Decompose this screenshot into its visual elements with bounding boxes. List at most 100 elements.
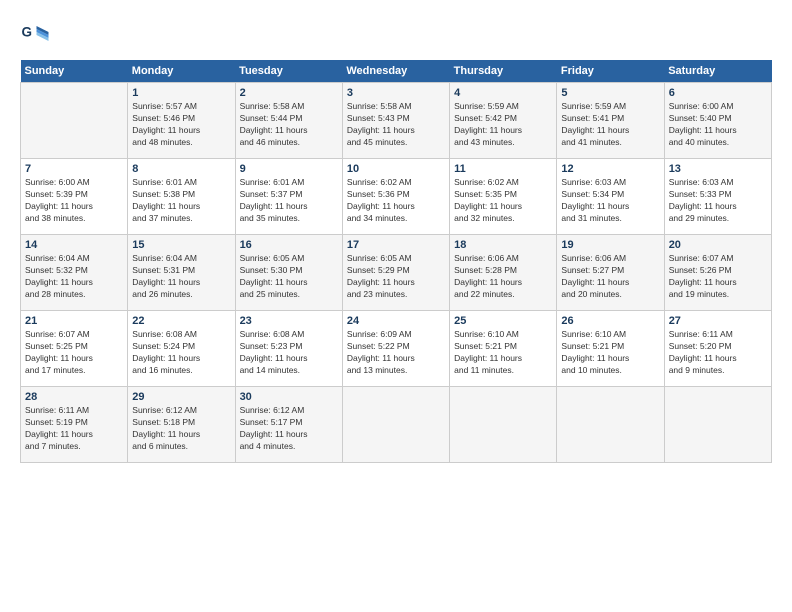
calendar-cell: 27 Sunrise: 6:11 AM Sunset: 5:20 PM Dayli…	[664, 311, 771, 387]
calendar-cell: 18 Sunrise: 6:06 AM Sunset: 5:28 PM Dayli…	[450, 235, 557, 311]
calendar-cell: 19 Sunrise: 6:06 AM Sunset: 5:27 PM Dayli…	[557, 235, 664, 311]
day-info: Sunrise: 6:04 AM Sunset: 5:31 PM Dayligh…	[132, 253, 230, 301]
day-number: 10	[347, 163, 445, 175]
calendar-cell: 15 Sunrise: 6:04 AM Sunset: 5:31 PM Dayli…	[128, 235, 235, 311]
weekday-header: Sunday	[21, 60, 128, 83]
calendar-cell: 20 Sunrise: 6:07 AM Sunset: 5:26 PM Dayli…	[664, 235, 771, 311]
day-info: Sunrise: 6:05 AM Sunset: 5:30 PM Dayligh…	[240, 253, 338, 301]
calendar-week-row: 1 Sunrise: 5:57 AM Sunset: 5:46 PM Daylig…	[21, 83, 772, 159]
calendar-cell: 7 Sunrise: 6:00 AM Sunset: 5:39 PM Daylig…	[21, 159, 128, 235]
day-number: 22	[132, 315, 230, 327]
day-info: Sunrise: 6:08 AM Sunset: 5:24 PM Dayligh…	[132, 329, 230, 377]
calendar-cell: 3Sunrise: 5:58 AM Sunset: 5:43 PM Daylig…	[342, 83, 449, 159]
day-number: 26	[561, 315, 659, 327]
day-info: Sunrise: 6:06 AM Sunset: 5:27 PM Dayligh…	[561, 253, 659, 301]
day-number: 15	[132, 239, 230, 251]
calendar-week-row: 28Sunrise: 6:11 AM Sunset: 5:19 PM Dayli…	[21, 387, 772, 463]
calendar-cell: 12 Sunrise: 6:03 AM Sunset: 5:34 PM Dayli…	[557, 159, 664, 235]
calendar-cell: 8 Sunrise: 6:01 AM Sunset: 5:38 PM Daylig…	[128, 159, 235, 235]
weekday-header: Friday	[557, 60, 664, 83]
calendar-cell: 1 Sunrise: 5:57 AM Sunset: 5:46 PM Daylig…	[128, 83, 235, 159]
calendar-cell: 25 Sunrise: 6:10 AM Sunset: 5:21 PM Dayli…	[450, 311, 557, 387]
day-info: Sunrise: 6:01 AM Sunset: 5:38 PM Dayligh…	[132, 177, 230, 225]
calendar-table: SundayMondayTuesdayWednesdayThursdayFrid…	[20, 60, 772, 463]
day-info: Sunrise: 6:00 AM Sunset: 5:39 PM Dayligh…	[25, 177, 123, 225]
weekday-header: Wednesday	[342, 60, 449, 83]
day-number: 24	[347, 315, 445, 327]
calendar-cell: 11Sunrise: 6:02 AM Sunset: 5:35 PM Dayli…	[450, 159, 557, 235]
day-info: Sunrise: 6:01 AM Sunset: 5:37 PM Dayligh…	[240, 177, 338, 225]
calendar-cell: 6 Sunrise: 6:00 AM Sunset: 5:40 PM Daylig…	[664, 83, 771, 159]
day-number: 20	[669, 239, 767, 251]
calendar-cell	[664, 387, 771, 463]
day-number: 8	[132, 163, 230, 175]
day-info: Sunrise: 6:03 AM Sunset: 5:34 PM Dayligh…	[561, 177, 659, 225]
calendar-week-row: 7 Sunrise: 6:00 AM Sunset: 5:39 PM Daylig…	[21, 159, 772, 235]
calendar-cell: 10 Sunrise: 6:02 AM Sunset: 5:36 PM Dayli…	[342, 159, 449, 235]
calendar-cell: 24 Sunrise: 6:09 AM Sunset: 5:22 PM Dayli…	[342, 311, 449, 387]
day-number: 21	[25, 315, 123, 327]
day-info: Sunrise: 6:10 AM Sunset: 5:21 PM Dayligh…	[454, 329, 552, 377]
calendar-cell: 9 Sunrise: 6:01 AM Sunset: 5:37 PM Daylig…	[235, 159, 342, 235]
day-number: 4	[454, 87, 552, 99]
calendar-header: SundayMondayTuesdayWednesdayThursdayFrid…	[21, 60, 772, 83]
calendar-cell: 2 Sunrise: 5:58 AM Sunset: 5:44 PM Daylig…	[235, 83, 342, 159]
weekday-header: Thursday	[450, 60, 557, 83]
day-number: 29	[132, 391, 230, 403]
day-info: Sunrise: 6:07 AM Sunset: 5:25 PM Dayligh…	[25, 329, 123, 377]
day-info: Sunrise: 5:59 AM Sunset: 5:41 PM Dayligh…	[561, 101, 659, 149]
logo: G	[20, 20, 54, 50]
day-number: 25	[454, 315, 552, 327]
calendar-cell: 21 Sunrise: 6:07 AM Sunset: 5:25 PM Dayli…	[21, 311, 128, 387]
day-info: Sunrise: 5:58 AM Sunset: 5:44 PM Dayligh…	[240, 101, 338, 149]
day-info: Sunrise: 6:08 AM Sunset: 5:23 PM Dayligh…	[240, 329, 338, 377]
day-info: Sunrise: 6:10 AM Sunset: 5:21 PM Dayligh…	[561, 329, 659, 377]
day-number: 6	[669, 87, 767, 99]
day-number: 9	[240, 163, 338, 175]
day-number: 7	[25, 163, 123, 175]
day-number: 12	[561, 163, 659, 175]
day-info: Sunrise: 6:07 AM Sunset: 5:26 PM Dayligh…	[669, 253, 767, 301]
day-number: 17	[347, 239, 445, 251]
day-info: Sunrise: 6:09 AM Sunset: 5:22 PM Dayligh…	[347, 329, 445, 377]
calendar-cell: 4 Sunrise: 5:59 AM Sunset: 5:42 PM Daylig…	[450, 83, 557, 159]
day-number: 27	[669, 315, 767, 327]
calendar-cell	[342, 387, 449, 463]
weekday-header: Monday	[128, 60, 235, 83]
calendar-week-row: 14Sunrise: 6:04 AM Sunset: 5:32 PM Dayli…	[21, 235, 772, 311]
calendar-cell: 29Sunrise: 6:12 AM Sunset: 5:18 PM Dayli…	[128, 387, 235, 463]
calendar-cell: 13 Sunrise: 6:03 AM Sunset: 5:33 PM Dayli…	[664, 159, 771, 235]
calendar-cell: 26 Sunrise: 6:10 AM Sunset: 5:21 PM Dayli…	[557, 311, 664, 387]
page-header: G	[20, 20, 772, 50]
day-info: Sunrise: 5:57 AM Sunset: 5:46 PM Dayligh…	[132, 101, 230, 149]
day-info: Sunrise: 6:11 AM Sunset: 5:19 PM Dayligh…	[25, 405, 123, 453]
day-info: Sunrise: 5:59 AM Sunset: 5:42 PM Dayligh…	[454, 101, 552, 149]
calendar-cell: 23 Sunrise: 6:08 AM Sunset: 5:23 PM Dayli…	[235, 311, 342, 387]
day-info: Sunrise: 6:04 AM Sunset: 5:32 PM Dayligh…	[25, 253, 123, 301]
day-number: 13	[669, 163, 767, 175]
calendar-cell	[557, 387, 664, 463]
day-number: 3	[347, 87, 445, 99]
weekday-header: Tuesday	[235, 60, 342, 83]
calendar-cell: 14Sunrise: 6:04 AM Sunset: 5:32 PM Dayli…	[21, 235, 128, 311]
day-number: 16	[240, 239, 338, 251]
svg-text:G: G	[22, 25, 33, 40]
calendar-cell	[21, 83, 128, 159]
day-info: Sunrise: 6:00 AM Sunset: 5:40 PM Dayligh…	[669, 101, 767, 149]
calendar-cell: 30 Sunrise: 6:12 AM Sunset: 5:17 PM Dayli…	[235, 387, 342, 463]
day-number: 2	[240, 87, 338, 99]
day-number: 18	[454, 239, 552, 251]
day-info: Sunrise: 6:11 AM Sunset: 5:20 PM Dayligh…	[669, 329, 767, 377]
day-info: Sunrise: 6:06 AM Sunset: 5:28 PM Dayligh…	[454, 253, 552, 301]
calendar-cell: 17Sunrise: 6:05 AM Sunset: 5:29 PM Dayli…	[342, 235, 449, 311]
day-info: Sunrise: 6:02 AM Sunset: 5:36 PM Dayligh…	[347, 177, 445, 225]
day-info: Sunrise: 6:03 AM Sunset: 5:33 PM Dayligh…	[669, 177, 767, 225]
day-number: 30	[240, 391, 338, 403]
day-info: Sunrise: 6:12 AM Sunset: 5:17 PM Dayligh…	[240, 405, 338, 453]
logo-icon: G	[20, 20, 50, 50]
day-number: 23	[240, 315, 338, 327]
day-number: 1	[132, 87, 230, 99]
day-number: 19	[561, 239, 659, 251]
day-number: 5	[561, 87, 659, 99]
day-info: Sunrise: 6:02 AM Sunset: 5:35 PM Dayligh…	[454, 177, 552, 225]
